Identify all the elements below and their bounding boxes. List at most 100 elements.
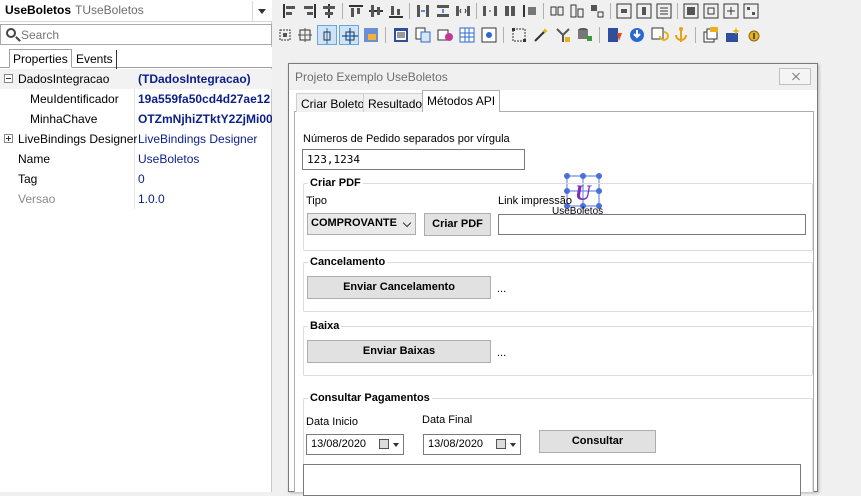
database-icon[interactable] <box>575 25 595 45</box>
property-value[interactable]: 0 <box>138 172 272 186</box>
collapse-icon[interactable] <box>4 74 13 83</box>
size-width-icon[interactable] <box>547 1 567 21</box>
form-icon[interactable] <box>391 25 411 45</box>
data-inicio-label: Data Inicio <box>306 416 358 428</box>
property-row-dadosintegracao[interactable]: DadosIntegracao (TDadosIntegracao) <box>0 69 272 89</box>
data-inicio-picker[interactable]: 13/08/2020 <box>306 434 404 455</box>
remove-space-icon[interactable] <box>500 1 520 21</box>
anchor-icon[interactable] <box>671 25 691 45</box>
criar-pdf-button[interactable]: Criar PDF <box>424 213 491 236</box>
align-right-icon[interactable] <box>299 1 319 21</box>
baixa-title: Baixa <box>308 320 342 332</box>
property-row-livebindings[interactable]: LiveBindings Designer LiveBindings Desig… <box>0 129 272 149</box>
selected-object-type: TUseBoletos <box>75 3 144 17</box>
tab-resultado[interactable]: Resultado <box>363 93 428 112</box>
lock-controls-icon[interactable] <box>741 1 761 21</box>
property-name: DadosIntegracao <box>18 72 110 86</box>
data-final-value: 13/08/2020 <box>428 438 484 450</box>
size-height-icon[interactable] <box>567 1 587 21</box>
consultar-pagamentos-group: Consultar Pagamentos Data Inicio 13/08/2… <box>303 392 813 496</box>
increase-space-icon[interactable] <box>453 1 473 21</box>
property-search-box[interactable] <box>0 24 272 45</box>
search-icon <box>6 28 16 38</box>
coins-icon[interactable] <box>745 25 765 45</box>
snap-grid-icon[interactable] <box>295 25 315 45</box>
center-in-window-v-icon[interactable] <box>634 1 654 21</box>
resultado-memo[interactable] <box>303 464 801 496</box>
calendar-icon[interactable] <box>379 439 389 449</box>
object-inspector: UseBoletos TUseBoletos Properties Events… <box>0 0 272 492</box>
chevron-down-icon <box>402 218 412 228</box>
expand-icon[interactable] <box>4 134 13 143</box>
tab-metodos-api[interactable]: Métodos API <box>422 90 501 113</box>
space-equal-h-icon[interactable] <box>413 1 433 21</box>
property-row-tag[interactable]: Tag 0 <box>0 169 272 189</box>
bring-front-icon[interactable] <box>654 1 674 21</box>
align-center-h-icon[interactable] <box>319 1 339 21</box>
tab-criar-boleto[interactable]: Criar Boleto <box>296 93 370 112</box>
property-value[interactable]: UseBoletos <box>138 152 272 166</box>
decrease-space-icon[interactable] <box>480 1 500 21</box>
chevron-down-icon[interactable] <box>393 443 399 450</box>
property-value[interactable]: 1.0.0 <box>138 192 272 206</box>
tab-properties[interactable]: Properties <box>9 49 72 68</box>
align-left-icon[interactable] <box>279 1 299 21</box>
align-bottom-icon[interactable] <box>386 1 406 21</box>
download-icon[interactable] <box>627 25 647 45</box>
cancelamento-group: Cancelamento Enviar Cancelamento ... <box>303 256 813 312</box>
creation-order-icon[interactable] <box>701 1 721 21</box>
tab-order-icon[interactable] <box>681 1 701 21</box>
grid-select-icon[interactable] <box>275 25 295 45</box>
stack-icon[interactable] <box>701 25 721 45</box>
component-tree-icon[interactable] <box>479 25 499 45</box>
property-value[interactable]: 19a559fa50cd4d27ae12 <box>138 92 272 106</box>
object-selector[interactable]: UseBoletos TUseBoletos <box>0 0 272 22</box>
pedido-input[interactable]: 123,1234 <box>302 149 525 170</box>
tipo-select[interactable]: COMPROVANTE <box>307 213 416 235</box>
property-value[interactable]: (TDadosIntegracao) <box>138 72 272 86</box>
chevron-down-icon[interactable] <box>510 443 516 450</box>
align-top-icon[interactable] <box>346 1 366 21</box>
size-both-icon[interactable] <box>587 1 607 21</box>
wand-icon[interactable] <box>531 25 551 45</box>
selection-icon[interactable] <box>509 25 529 45</box>
data-final-picker[interactable]: 13/08/2020 <box>423 434 521 455</box>
copy-icon[interactable] <box>413 25 433 45</box>
link-impressao-label: Link impressão <box>498 195 572 207</box>
align-middle-icon[interactable] <box>366 1 386 21</box>
property-value[interactable]: OTZmNjhiZTktY2ZjMi00 <box>138 112 272 126</box>
grid-component-icon[interactable] <box>457 25 477 45</box>
center-in-window-h-icon[interactable] <box>614 1 634 21</box>
tab-events[interactable]: Events <box>73 50 117 69</box>
bookmark-icon[interactable] <box>605 25 625 45</box>
property-search-input[interactable] <box>21 27 261 42</box>
form-titlebar[interactable]: Projeto Exemplo UseBoletos <box>289 64 817 90</box>
form-window[interactable]: Projeto Exemplo UseBoletos Criar Boleto … <box>288 63 818 496</box>
cancelamento-status: ... <box>497 283 507 295</box>
enviar-baixas-button[interactable]: Enviar Baixas <box>307 340 491 363</box>
close-icon[interactable] <box>779 68 811 85</box>
enviar-cancelamento-button[interactable]: Enviar Cancelamento <box>307 276 491 299</box>
property-row-minhachave[interactable]: MinhaChave OTZmNjhiZTktY2ZjMi00 <box>0 109 272 129</box>
link-impressao-input[interactable] <box>498 214 806 235</box>
consultar-button[interactable]: Consultar <box>539 430 656 453</box>
calendar-icon[interactable] <box>496 439 506 449</box>
chevron-down-icon[interactable] <box>252 1 270 21</box>
datamodule-icon[interactable] <box>435 25 455 45</box>
property-row-versao[interactable]: Versao 1.0.0 <box>0 189 272 209</box>
lock-icon[interactable] <box>361 25 381 45</box>
property-row-name[interactable]: Name UseBoletos <box>0 149 272 169</box>
property-name: Name <box>18 152 51 166</box>
refresh-icon[interactable] <box>649 25 669 45</box>
space-equal-v-icon[interactable] <box>433 1 453 21</box>
crosshair-icon[interactable] <box>339 25 359 45</box>
fork-icon[interactable] <box>553 25 573 45</box>
flip-children-icon[interactable] <box>721 1 741 21</box>
criar-pdf-title: Criar PDF <box>308 177 363 189</box>
property-row-meuidentificador[interactable]: MeuIdentificador 19a559fa50cd4d27ae12 <box>0 89 272 109</box>
sparkle-icon[interactable] <box>723 25 743 45</box>
align-guides-icon[interactable] <box>317 25 337 45</box>
cancelamento-title: Cancelamento <box>308 256 388 268</box>
property-value[interactable]: LiveBindings Designer <box>138 132 272 146</box>
space-left-icon[interactable] <box>520 1 540 21</box>
